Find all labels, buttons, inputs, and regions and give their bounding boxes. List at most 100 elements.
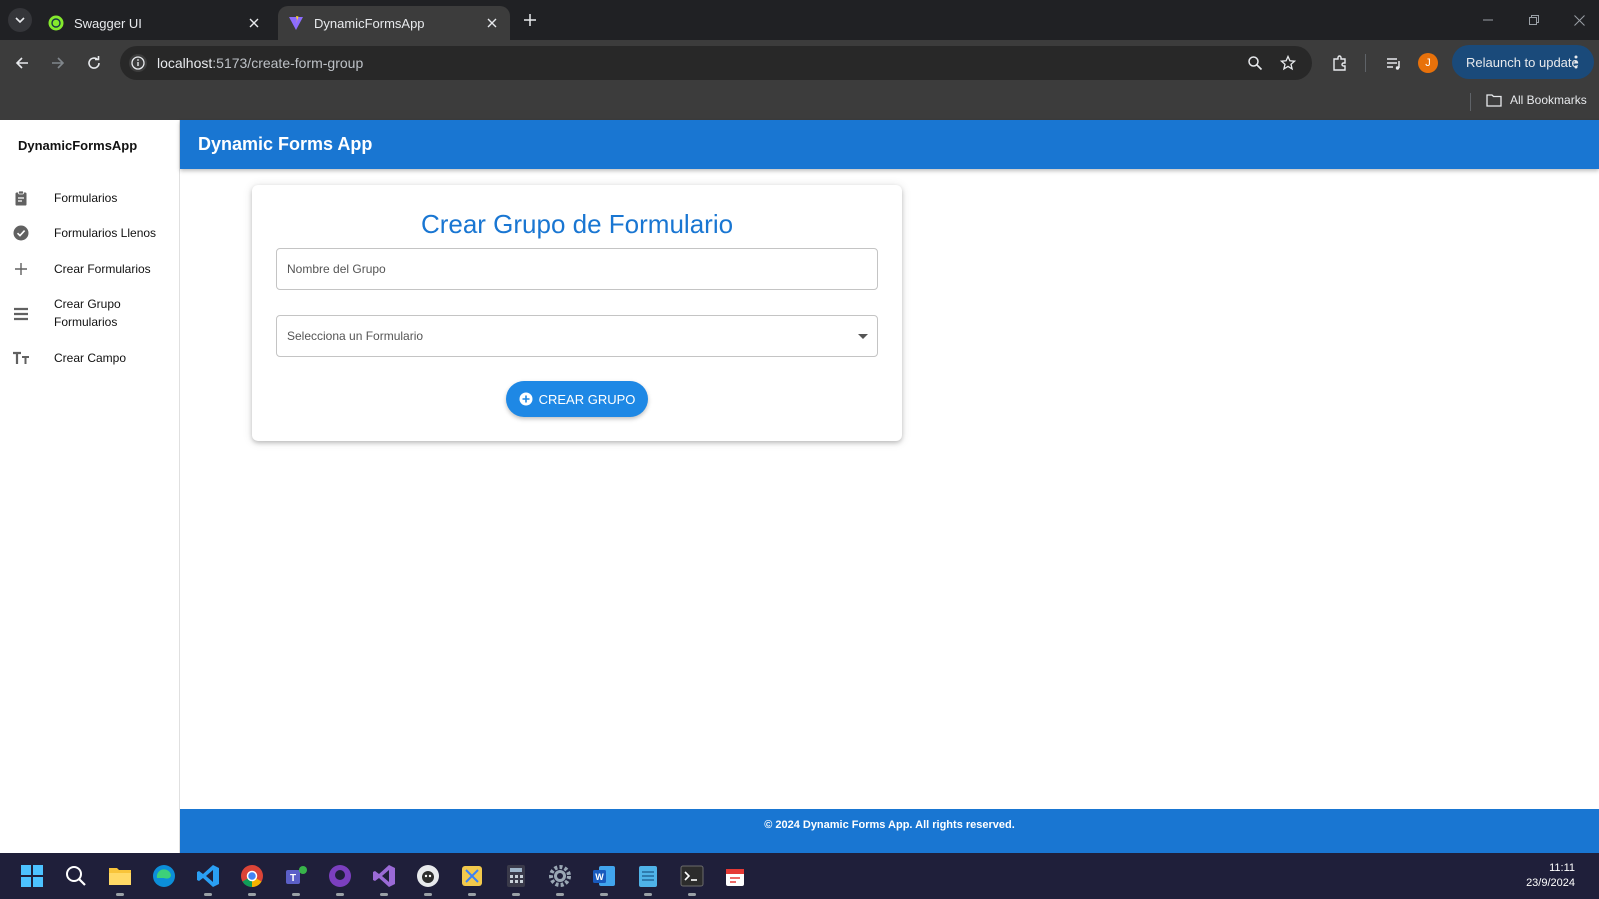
vscode-icon[interactable] [194,862,222,896]
clock-date: 23/9/2024 [1526,877,1575,889]
word-icon[interactable]: W [590,862,618,896]
url-host: localhost [157,55,213,71]
tool-icon[interactable] [722,862,750,890]
url-text[interactable]: localhost:5173/create-form-group [157,55,363,71]
calculator-icon[interactable] [502,862,530,896]
vite-icon [289,16,303,30]
running-indicator [248,893,256,896]
media-controls-button[interactable] [1382,51,1406,75]
sidebar-item-formularios-llenos[interactable]: Formularios Llenos [0,217,179,249]
app-icon[interactable] [414,862,442,896]
bookmarks-separator [1470,93,1471,111]
tab-title: Swagger UI [74,15,142,31]
bookmarks-bar: All Bookmarks [0,86,1599,120]
running-indicator [116,893,124,896]
file-explorer-icon[interactable] [106,862,134,896]
group-name-input[interactable] [277,249,877,289]
close-icon[interactable] [246,15,262,31]
folder-icon [1486,94,1502,107]
toolbar-separator [1365,54,1366,72]
svg-text:W: W [595,872,604,882]
back-button[interactable] [10,51,34,75]
check-circle-icon [11,223,31,243]
restore-button[interactable] [1524,10,1544,30]
github-desktop-icon[interactable] [326,862,354,896]
site-info-icon[interactable] [128,53,148,73]
windows-start-icon[interactable] [18,862,46,890]
zoom-button[interactable] [1245,53,1265,73]
tab-search-button[interactable] [8,8,32,32]
relaunch-button[interactable]: Relaunch to update [1452,45,1594,79]
visual-studio-icon[interactable] [370,862,398,896]
forward-button[interactable] [46,51,70,75]
plus-icon [524,14,536,26]
form-select-label: Selecciona un Formulario [287,329,424,343]
running-indicator [292,893,300,896]
tab-dynamicformsapp[interactable]: DynamicFormsApp [278,6,510,40]
arrow-left-icon [15,57,28,69]
create-group-label: CREAR GRUPO [538,391,636,407]
relaunch-label: Relaunch to update [1466,54,1579,70]
form-select[interactable]: Selecciona un Formulario [276,315,878,357]
sidebar-item-label: Crear Campo [54,351,127,365]
form-title: Crear Grupo de Formulario [420,209,734,239]
reload-button[interactable] [82,51,106,75]
address-bar[interactable]: localhost:5173/create-form-group [120,46,1312,80]
close-window-button[interactable] [1569,10,1589,30]
arrow-right-icon [52,57,65,69]
system-clock[interactable]: 11:11 23/9/2024 [1526,861,1575,891]
terminal-icon[interactable] [678,862,706,896]
teams-icon[interactable]: T [282,862,310,896]
browser-toolbar: localhost:5173/create-form-group J Relau… [0,40,1599,86]
svg-text:T: T [290,873,296,884]
zoom-icon [1248,56,1263,71]
add-circle-icon [519,392,533,406]
new-tab-button[interactable] [520,10,540,30]
settings-icon[interactable] [546,862,574,896]
puzzle-icon [1333,55,1346,71]
text-fields-icon [11,348,31,368]
swagger-icon [48,15,64,31]
search-icon[interactable] [62,862,90,890]
app-header: Dynamic Forms App [180,120,1599,169]
playlist-icon [1387,58,1400,70]
extensions-button[interactable] [1328,51,1352,75]
sidebar-item-crear-campo[interactable]: Crear Campo [0,342,179,374]
running-indicator [600,893,608,896]
create-group-button[interactable]: CREAR GRUPO [506,381,648,417]
minimize-button[interactable] [1478,10,1498,30]
all-bookmarks-label: All Bookmarks [1510,93,1587,107]
form-card: Crear Grupo de Formulario Selecciona un … [252,185,902,441]
close-icon [1573,14,1585,26]
minimize-icon [1483,19,1493,21]
sidebar-item-formularios[interactable]: Formularios [0,182,179,214]
sidebar-item-label: Formularios Llenos [54,226,157,240]
clipboard-icon [11,188,31,208]
group-name-field [276,248,878,290]
tab-swagger[interactable]: Swagger UI [38,6,272,40]
app-footer: © 2024 Dynamic Forms App. All rights res… [180,809,1599,853]
tab-title: DynamicFormsApp [314,15,425,31]
notepad-icon[interactable] [634,862,662,896]
bookmark-star-button[interactable] [1278,53,1298,73]
sidebar-item-crear-formularios[interactable]: Crear Formularios [0,253,179,285]
snipping-tool-icon[interactable] [458,862,486,896]
chevron-down-icon [15,17,25,24]
reload-icon [88,56,100,69]
running-indicator [336,893,344,896]
running-indicator [424,893,432,896]
chrome-icon[interactable] [238,862,266,896]
running-indicator [204,893,212,896]
running-indicator [644,893,652,896]
close-icon[interactable] [484,15,500,31]
sidebar-item-label: Crear Grupo Formularios [54,297,121,329]
edge-icon[interactable] [150,862,178,890]
clock-time: 11:11 [1549,862,1575,874]
sidebar: DynamicFormsApp Formularios Formularios … [0,120,180,853]
list-icon [11,304,31,324]
star-icon [1280,55,1296,71]
all-bookmarks-button[interactable]: All Bookmarks [1486,93,1587,107]
profile-avatar[interactable]: J [1418,53,1438,73]
sidebar-item-crear-grupo-formularios[interactable]: Crear Grupo Formularios [0,288,179,340]
running-indicator [556,893,564,896]
